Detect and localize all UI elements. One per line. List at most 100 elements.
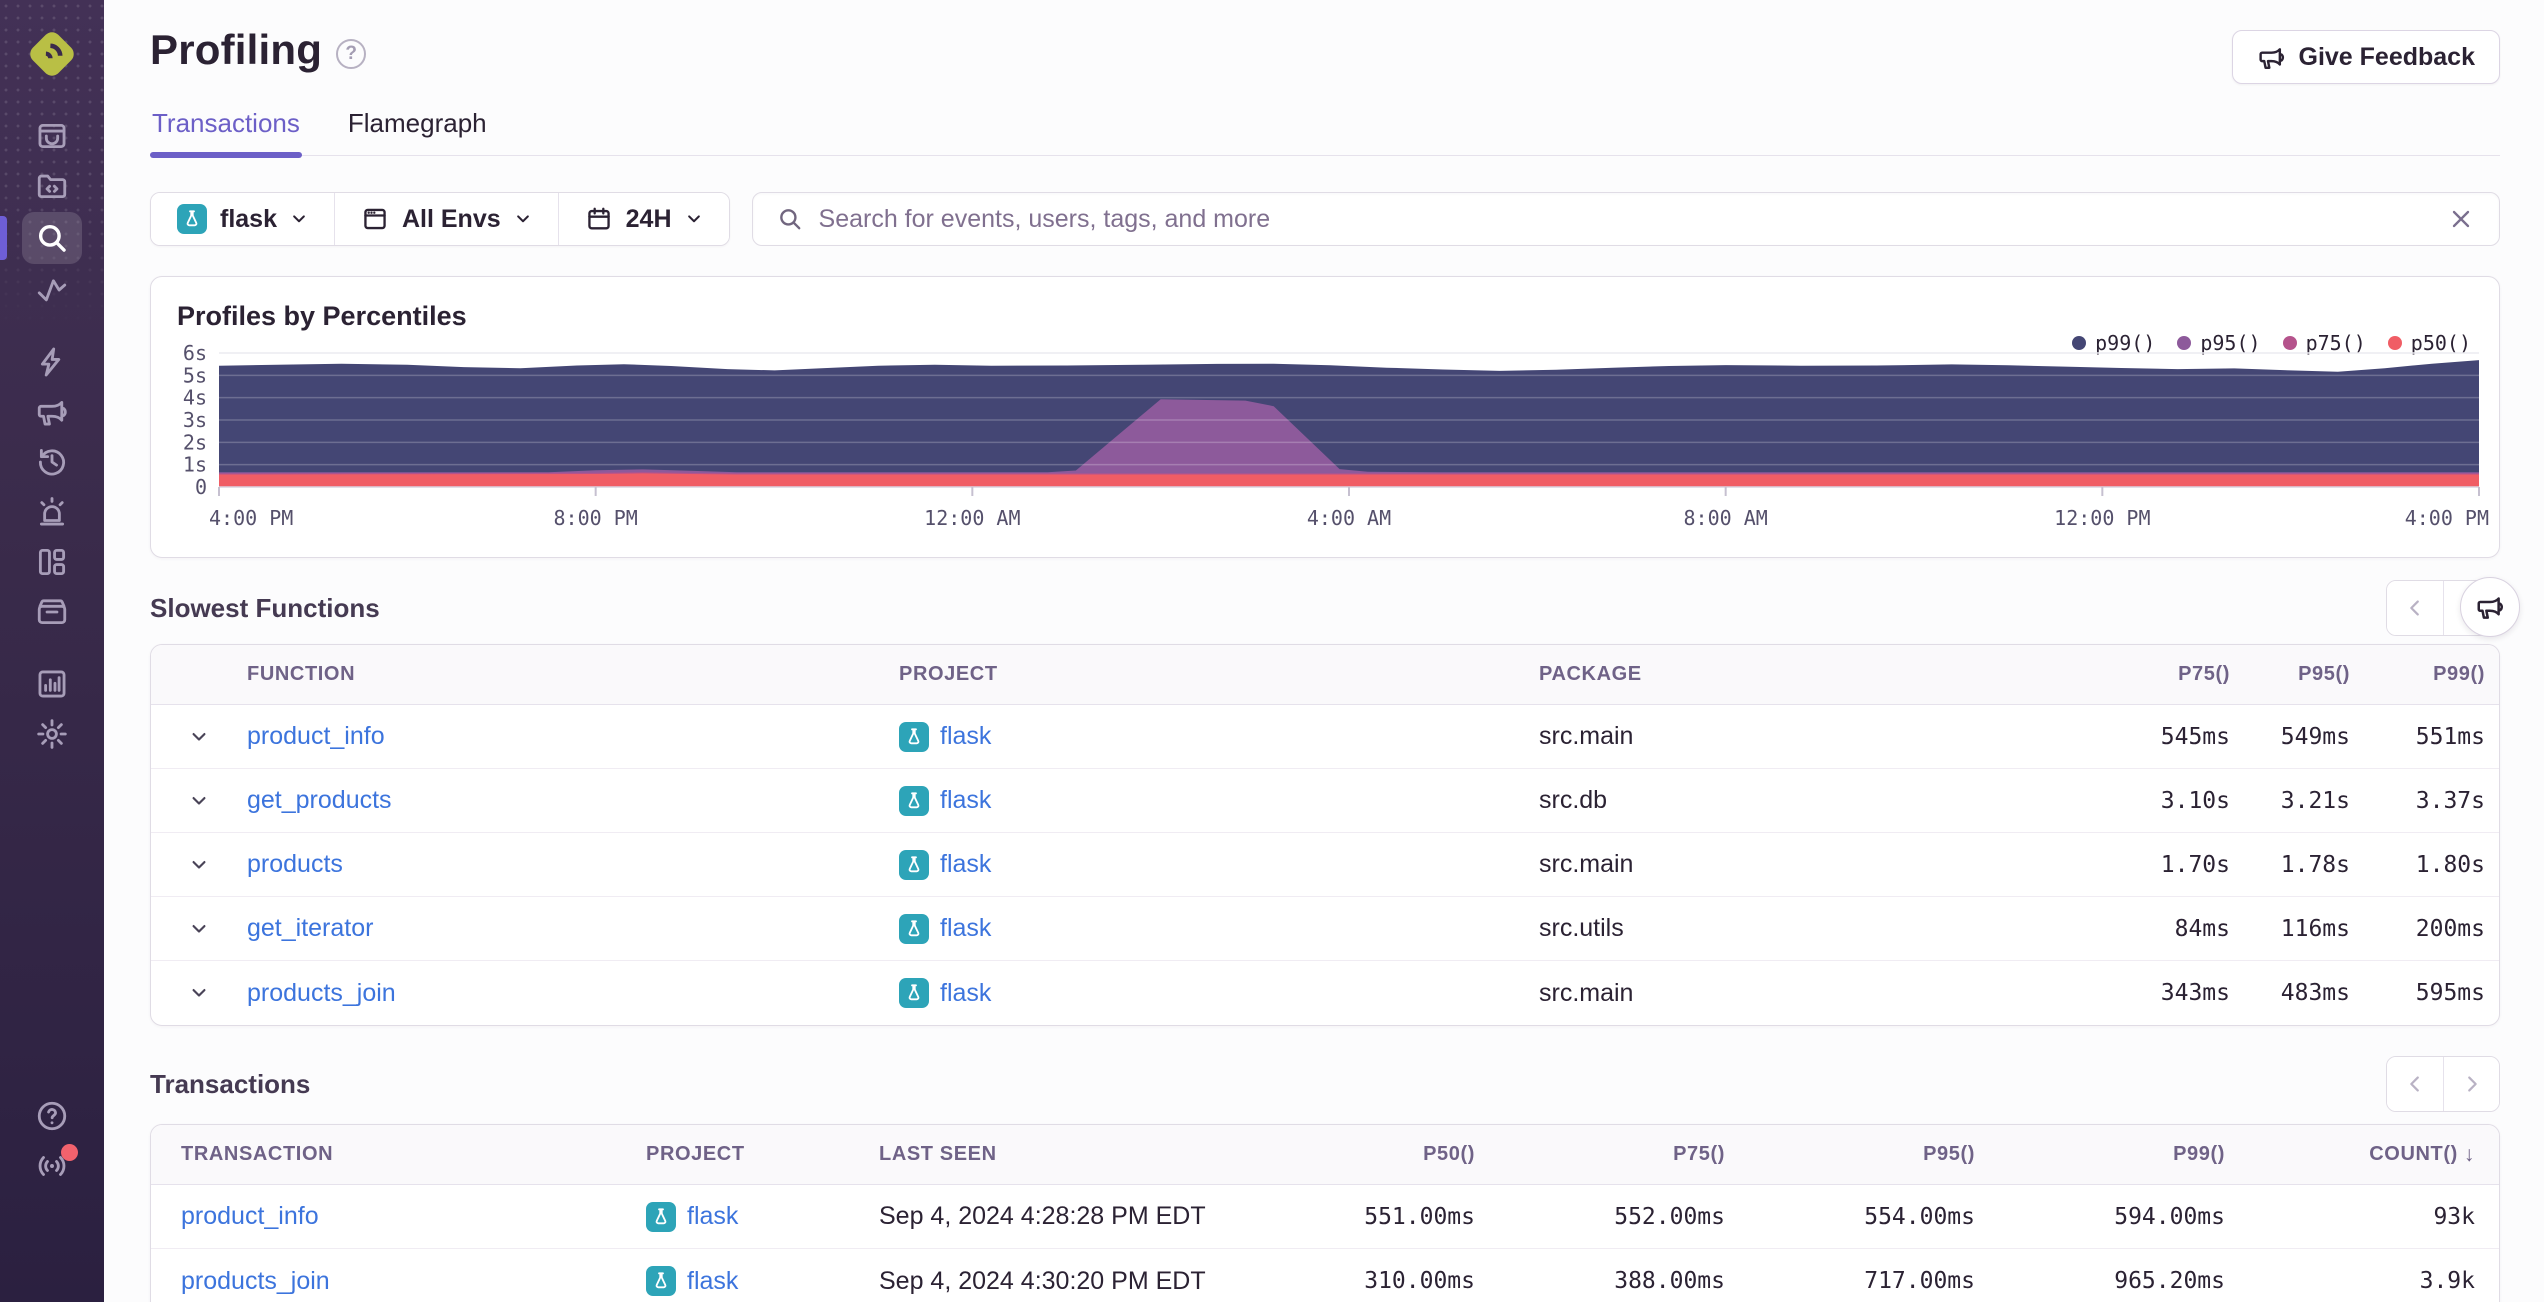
sidebar-item-insights[interactable] [22,338,82,386]
column-header-project[interactable]: PROJECT [899,663,1539,686]
column-header-p95[interactable]: P95() [1725,1143,1975,1166]
row-expander-chevron-down-icon[interactable] [151,855,247,875]
history-icon [35,445,69,479]
project-link[interactable]: flask [940,850,991,879]
slowest-functions-table-header: FUNCTION PROJECT PACKAGE P75() P95() P99… [151,645,2499,705]
table-row: get_iterator flask src.utils 84ms 116ms 200ms [151,897,2499,961]
p95-cell: 717.00ms [1864,1268,1975,1294]
project-link[interactable]: flask [940,914,991,943]
tab-flamegraph[interactable]: Flamegraph [346,100,489,155]
sentry-logo-icon[interactable] [24,26,80,82]
timerange-filter-button[interactable]: 24H [557,193,729,245]
sidebar-item-traces[interactable] [22,266,82,314]
tab-transactions[interactable]: Transactions [150,100,302,158]
sidebar-item-whats-new[interactable] [22,1142,82,1190]
sidebar-item-settings[interactable] [22,710,82,758]
slowest-functions-table: FUNCTION PROJECT PACKAGE P75() P95() P99… [150,644,2500,1026]
sidebar-item-alerts[interactable] [22,488,82,536]
sidebar-item-help[interactable] [22,1092,82,1140]
stats-icon [35,667,69,701]
sidebar-item-issues[interactable] [22,112,82,160]
p50-cell: 310.00ms [1364,1268,1475,1294]
help-icon[interactable]: ? [336,39,367,69]
transactions-header: Transactions [150,1056,2500,1112]
prev-page-button[interactable] [2387,1057,2443,1111]
column-header-p75[interactable]: P75() [1475,1143,1725,1166]
function-link[interactable]: products [247,850,343,879]
sidebar-item-releases[interactable] [22,588,82,636]
transaction-link[interactable]: products_join [181,1267,330,1296]
row-expander-chevron-down-icon[interactable] [151,983,247,1003]
column-header-transaction[interactable]: TRANSACTION [181,1143,646,1166]
column-header-project[interactable]: PROJECT [646,1143,879,1166]
sidebar-item-collapse[interactable] [22,1238,82,1286]
project-link[interactable]: flask [940,979,991,1008]
column-header-p50[interactable]: P50() [1225,1143,1475,1166]
flask-project-icon [646,1266,676,1296]
column-header-p95[interactable]: P95() [2230,663,2350,686]
gear-icon [35,717,69,751]
project-link[interactable]: flask [687,1202,738,1231]
svg-text:2s: 2s [183,430,207,454]
search-input[interactable] [818,204,2431,234]
sidebar-bottom [22,1092,82,1302]
svg-text:4:00 PM: 4:00 PM [209,506,293,530]
traces-icon [35,273,69,307]
prev-page-button[interactable] [2387,581,2443,635]
sidebar-item-stats[interactable] [22,660,82,708]
project-link[interactable]: flask [940,786,991,815]
next-page-button[interactable] [2443,1057,2499,1111]
search-icon [779,209,800,230]
chevron-down-icon [685,210,703,228]
project-link[interactable]: flask [687,1267,738,1296]
column-header-package[interactable]: PACKAGE [1539,663,2080,686]
archive-icon [35,595,69,629]
chevron-down-icon [514,210,532,228]
project-filter-button[interactable]: flask [151,193,334,245]
sidebar-item-explore[interactable] [0,212,82,264]
sidebar-item-dashboards[interactable] [22,538,82,586]
function-cell: get_products [247,786,899,815]
table-row: products_join flask src.main 343ms 483ms 595m… [151,961,2499,1025]
close-icon[interactable] [2447,205,2475,233]
percentiles-chart[interactable]: 01s2s3s4s5s6s 4:00 PM 8:00 PM 12:00 AM 4:00 … [151,337,2497,553]
chevron-right-icon [39,1249,65,1275]
megaphone-icon [35,395,69,429]
table-row: get_products flask src.db 3.10s 3.21s 3.37s [151,769,2499,833]
column-header-count[interactable]: COUNT() ↓ [2225,1143,2475,1167]
give-feedback-button[interactable]: Give Feedback [2231,30,2500,84]
row-expander-chevron-down-icon[interactable] [151,727,247,747]
sidebar-nav [0,112,104,760]
transaction-cell: products_join [181,1267,646,1296]
column-header-p75[interactable]: P75() [2080,663,2230,686]
p75-cell: 545ms [2160,723,2230,750]
dashboards-icon [35,545,69,579]
column-header-function[interactable]: FUNCTION [247,663,899,686]
svg-text:0: 0 [195,475,207,499]
project-link[interactable]: flask [940,722,991,751]
row-expander-chevron-down-icon[interactable] [151,919,247,939]
column-header-p99[interactable]: P99() [1975,1143,2225,1166]
column-header-last-seen[interactable]: LAST SEEN [879,1143,1225,1166]
siren-icon [35,495,69,529]
transaction-link[interactable]: product_info [181,1202,319,1231]
sidebar-item-feedback[interactable] [22,388,82,436]
search-bar[interactable] [751,192,2500,246]
flask-project-icon [899,913,929,944]
floating-feedback-button[interactable] [2460,577,2520,637]
function-cell: products_join [247,979,899,1008]
package-cell: src.main [1539,978,1634,1007]
function-link[interactable]: product_info [247,722,385,751]
sidebar-item-replays[interactable] [22,438,82,486]
function-link[interactable]: products_join [247,979,396,1008]
p99-cell: 965.20ms [2114,1268,2225,1294]
row-expander-chevron-down-icon[interactable] [151,791,247,811]
sidebar-item-projects[interactable] [22,162,82,210]
function-cell: get_iterator [247,914,899,943]
function-link[interactable]: get_products [247,786,392,815]
p95-cell: 549ms [2280,723,2350,750]
p50-cell: 551.00ms [1364,1203,1475,1230]
function-link[interactable]: get_iterator [247,914,373,943]
environment-filter-button[interactable]: All Envs [333,193,558,245]
column-header-p99[interactable]: P99() [2350,663,2485,686]
